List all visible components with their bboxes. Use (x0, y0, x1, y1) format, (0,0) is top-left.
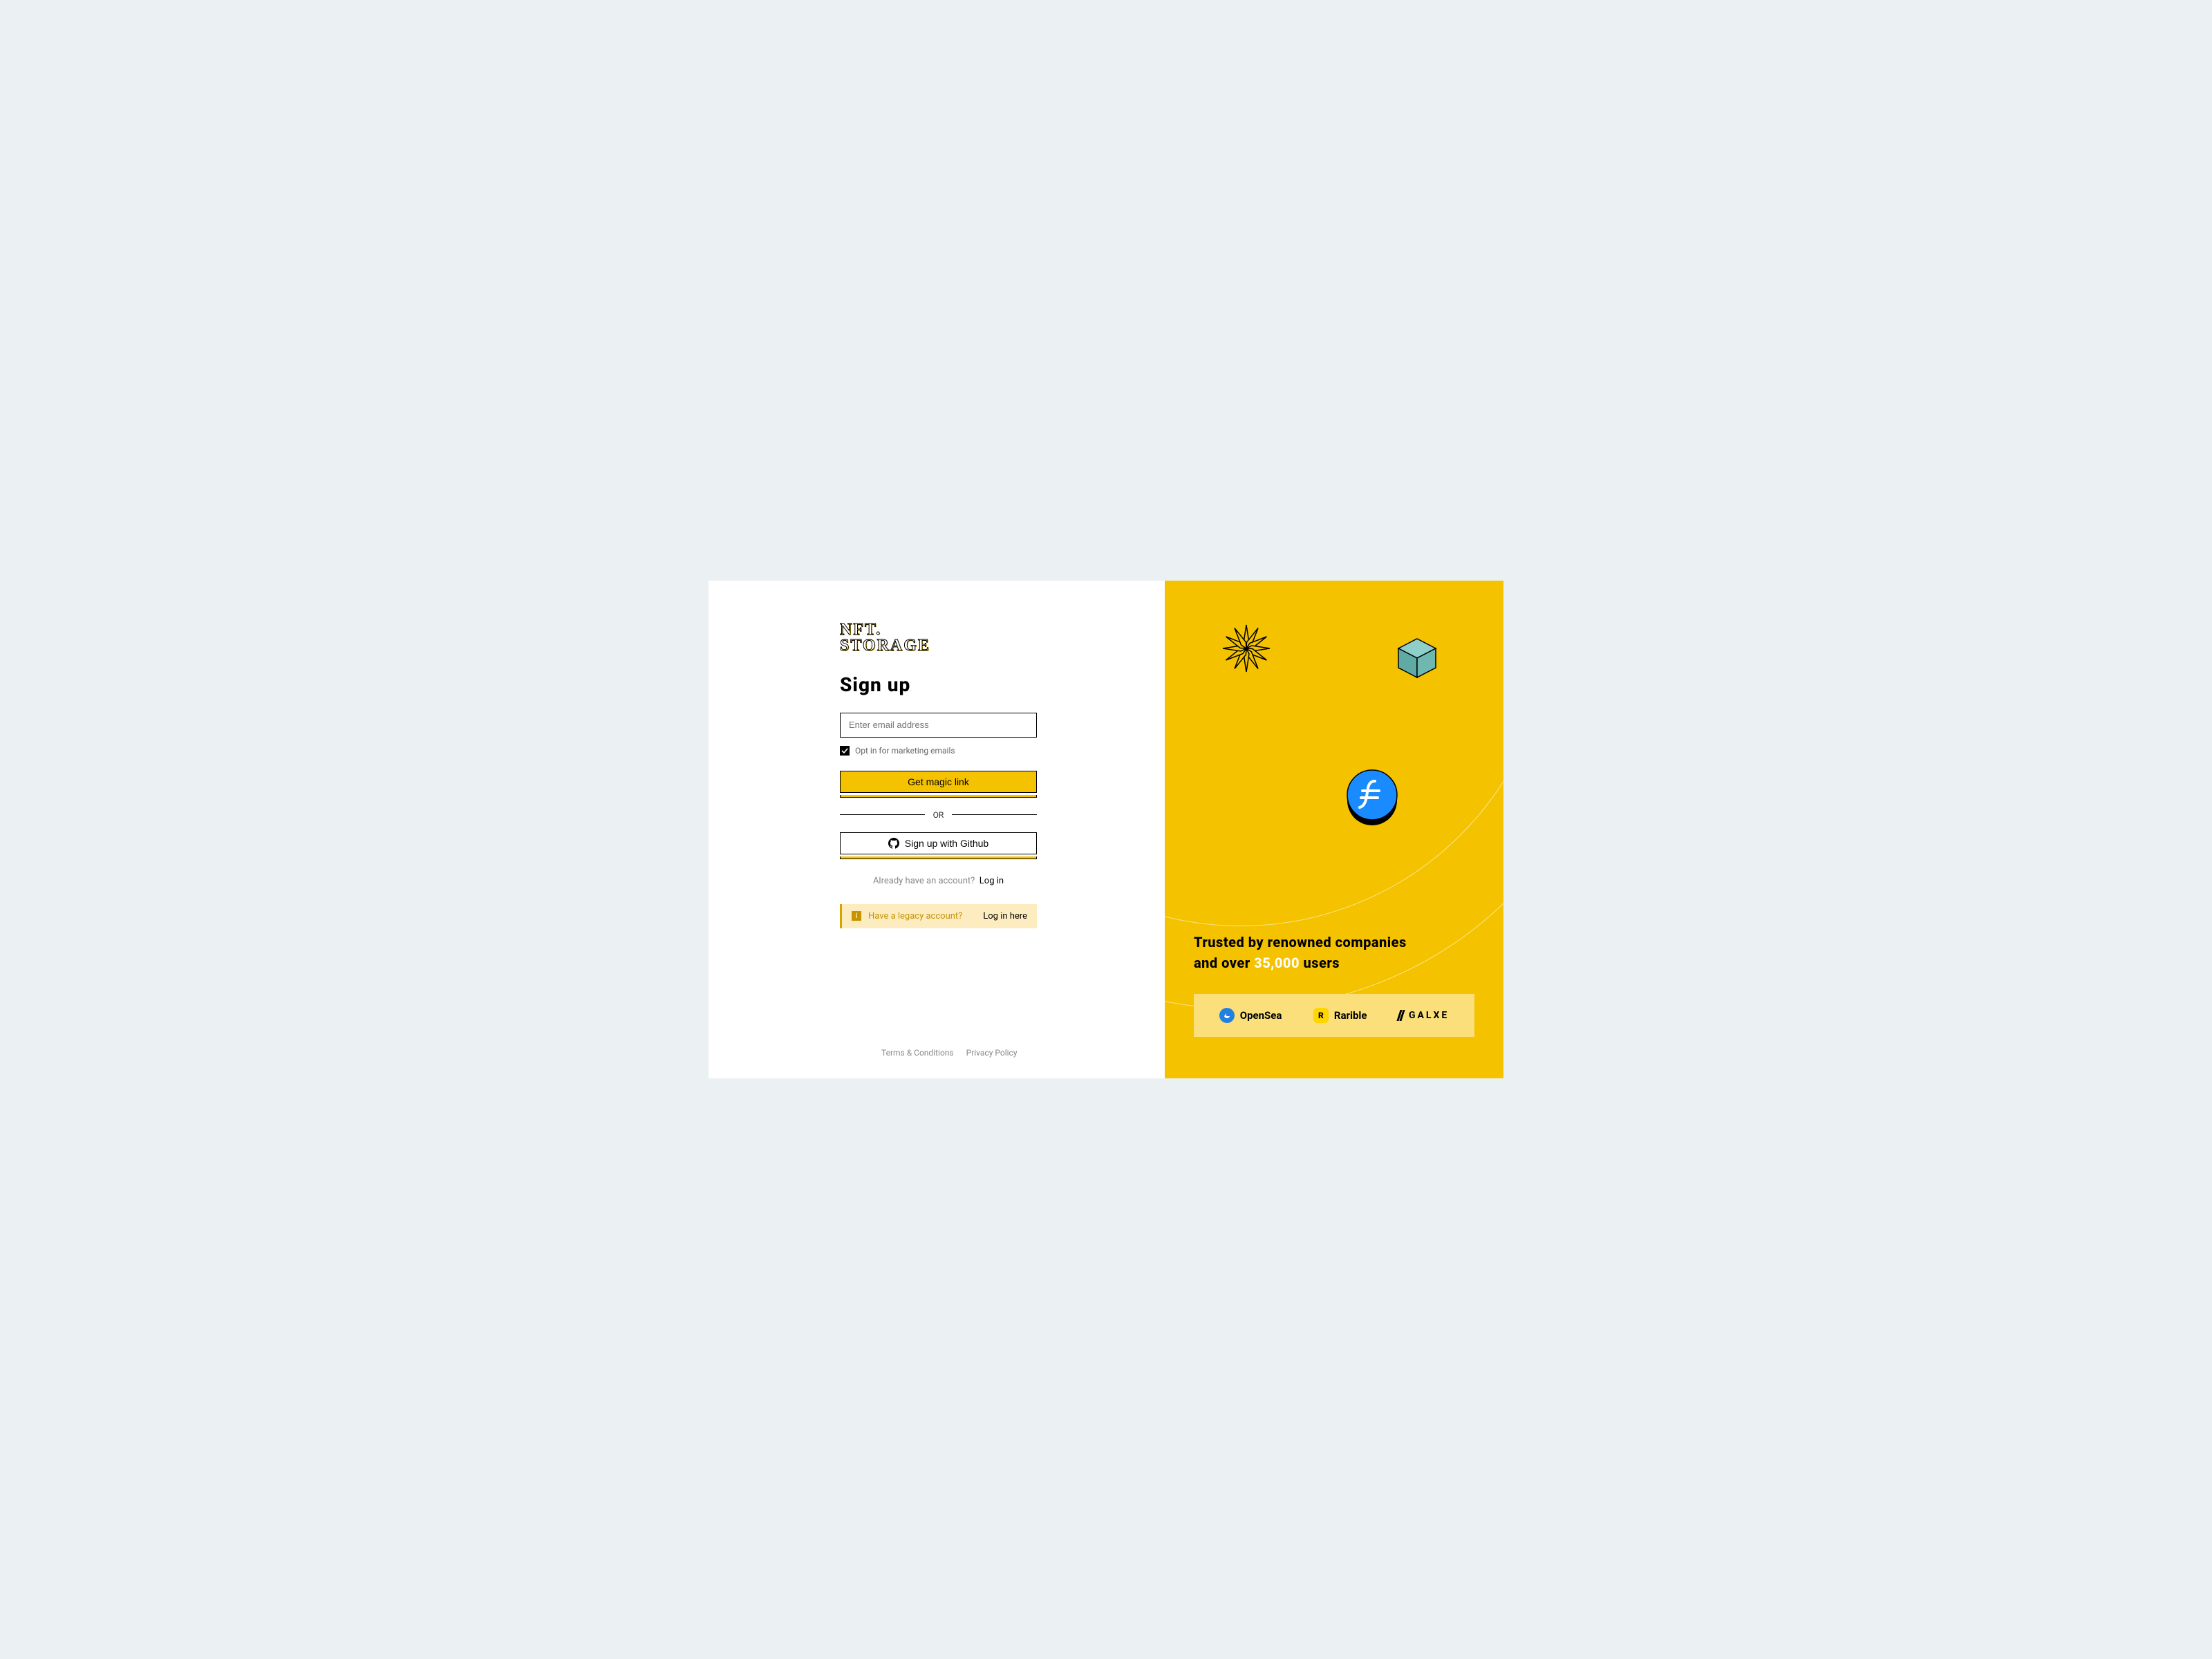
company-rarible: R Rarible (1313, 1008, 1367, 1023)
email-input[interactable] (840, 713, 1037, 738)
star-icon (1220, 622, 1273, 675)
logo-line1: NFT. (840, 622, 1116, 638)
magic-link-button-label: Get magic link (908, 776, 969, 787)
marketing-checkbox[interactable] (840, 746, 850, 756)
company-opensea-label: OpenSea (1240, 1009, 1282, 1022)
trust-block: Trusted by renowned companies and over 3… (1194, 932, 1474, 1037)
footer-links: Terms & Conditions Privacy Policy (840, 1048, 1116, 1058)
trust-line2: and over 35,000 users (1194, 953, 1474, 973)
legacy-account-banner: i Have a legacy account? Log in here (840, 904, 1037, 928)
galxe-icon (1398, 1010, 1403, 1021)
rarible-icon: R (1313, 1008, 1329, 1023)
legacy-left: i Have a legacy account? (852, 911, 962, 921)
button-accent-bar (840, 795, 1037, 798)
login-prompt: Already have an account? Log in (840, 876, 1037, 886)
check-icon (841, 747, 848, 754)
company-opensea: OpenSea (1219, 1008, 1282, 1023)
company-rarible-label: Rarible (1334, 1009, 1367, 1022)
login-link[interactable]: Log in (980, 876, 1004, 886)
terms-link[interactable]: Terms & Conditions (881, 1048, 954, 1058)
page-title: Sign up (840, 673, 1116, 696)
marketing-checkbox-label: Opt in for marketing emails (855, 746, 955, 756)
or-divider: OR (840, 810, 1037, 820)
trust-line1: Trusted by renowned companies (1194, 932, 1474, 953)
magic-link-button[interactable]: Get magic link (840, 771, 1037, 793)
app-container: NFT. STORAGE Sign up Opt in for marketin… (709, 581, 1503, 1078)
trust-heading: Trusted by renowned companies and over 3… (1194, 932, 1474, 973)
cube-icon (1393, 635, 1441, 683)
divider-text: OR (933, 810, 944, 820)
logo-line2: STORAGE (840, 638, 1116, 654)
login-prompt-text: Already have an account? (873, 876, 975, 886)
left-panel: NFT. STORAGE Sign up Opt in for marketin… (709, 581, 1165, 1078)
opensea-icon (1219, 1008, 1235, 1023)
github-signup-button[interactable]: Sign up with Github (840, 832, 1037, 854)
divider-line-right (952, 814, 1037, 815)
user-count: 35,000 (1254, 955, 1300, 971)
company-galxe: GALXE (1398, 1010, 1449, 1021)
legacy-question: Have a legacy account? (868, 911, 962, 921)
button-accent-bar (840, 856, 1037, 859)
divider-line-left (840, 814, 925, 815)
filecoin-icon (1344, 767, 1400, 827)
info-icon: i (852, 911, 861, 921)
privacy-link[interactable]: Privacy Policy (966, 1048, 1018, 1058)
legacy-login-link[interactable]: Log in here (983, 911, 1027, 921)
company-galxe-label: GALXE (1409, 1010, 1449, 1021)
companies-bar: OpenSea R Rarible GALXE (1194, 994, 1474, 1037)
brand-logo: NFT. STORAGE (840, 622, 1116, 654)
github-icon (888, 838, 899, 849)
marketing-checkbox-row: Opt in for marketing emails (840, 746, 1116, 756)
github-button-label: Sign up with Github (905, 838, 988, 849)
right-panel: Trusted by renowned companies and over 3… (1165, 581, 1503, 1078)
